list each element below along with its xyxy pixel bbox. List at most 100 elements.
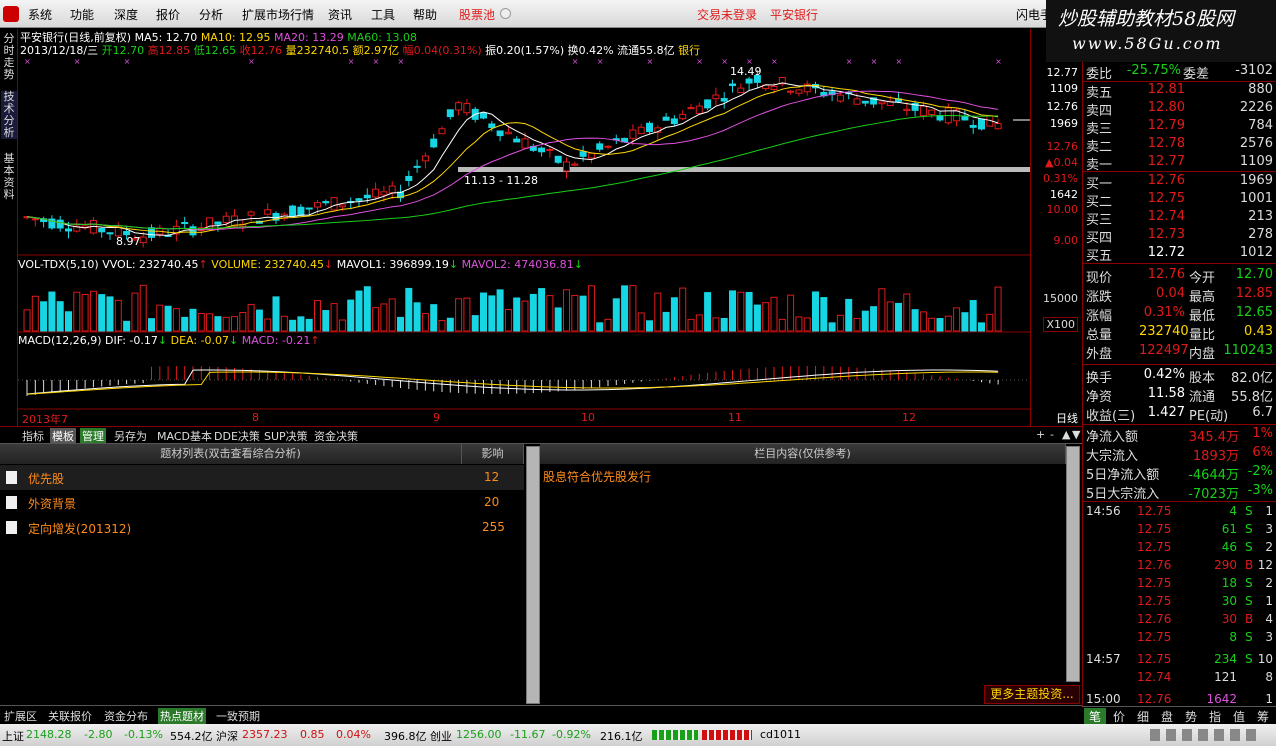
template-button[interactable]: 模板: [50, 428, 76, 444]
macd-basic-button[interactable]: MACD基本: [155, 428, 214, 444]
menu-system[interactable]: 系统: [28, 6, 52, 23]
ask-row[interactable]: 卖二 12.78 2576: [1083, 136, 1276, 155]
menu-quote[interactable]: 报价: [156, 6, 180, 23]
bid-label: 买一: [1086, 177, 1113, 192]
quote-tab[interactable]: 筹: [1252, 708, 1274, 725]
ask-row[interactable]: 卖三 12.79 784: [1083, 118, 1276, 137]
menu-news[interactable]: 资讯: [328, 6, 352, 23]
menu-analysis[interactable]: 分析: [199, 6, 223, 23]
volume-bar: [687, 318, 695, 332]
bid-price: 12.75: [1147, 191, 1185, 206]
volume-bar: [214, 316, 222, 332]
volume-bar: [712, 317, 720, 332]
tick-volume: 4: [1229, 504, 1237, 518]
dif-label: DIF: -0.17: [105, 334, 158, 347]
topic-list-scrollbar[interactable]: [526, 446, 540, 704]
tab-hot-topics[interactable]: 热点题材: [158, 708, 206, 724]
zoom-out-button[interactable]: -: [1048, 428, 1056, 441]
kline-chart-svg[interactable]: × × × × × × × × × × × × × × × × × ×: [18, 29, 1030, 426]
impact-header[interactable]: 影响: [462, 444, 524, 464]
webi-row: 委比 -25.75% 委差 -3102: [1083, 63, 1276, 82]
flow-value: -7023万: [1188, 487, 1239, 502]
sh-index-label[interactable]: 上证: [2, 728, 24, 744]
quote-tab[interactable]: 指: [1204, 708, 1226, 725]
candle-body: [405, 175, 413, 181]
tab-fundamentals[interactable]: 基本资料: [1, 153, 17, 201]
xaxis-label-aug: 8: [252, 411, 259, 424]
dde-decision-button[interactable]: DDE决策: [212, 428, 262, 444]
volume-bar: [795, 316, 803, 332]
mavol1-label: MAVOL1: 396899.19: [336, 258, 449, 271]
hs-index-label[interactable]: 沪深: [216, 728, 238, 744]
info-close: 收12.76: [239, 44, 283, 57]
sup-decision-button[interactable]: SUP决策: [262, 428, 310, 444]
scroll-down-button[interactable]: ▼: [1070, 428, 1082, 441]
topic-row[interactable]: 定向增发(201312) 255: [0, 515, 524, 540]
menu-stock-pool[interactable]: 股票池: [459, 6, 495, 23]
bid-row[interactable]: 买二 12.75 1001: [1083, 191, 1276, 210]
ask-row[interactable]: 卖四 12.80 2226: [1083, 100, 1276, 119]
zoom-in-button[interactable]: +: [1034, 428, 1047, 441]
signal-marker: ×: [846, 57, 853, 66]
quote-tab[interactable]: 价: [1108, 708, 1130, 725]
candle-body: [56, 219, 64, 229]
volume-bar: [504, 309, 512, 332]
stat-row: 总量 232740 量比 0.43: [1083, 324, 1276, 343]
tab-intraday[interactable]: 分时走势: [1, 33, 17, 81]
tab-consensus[interactable]: 一致预期: [216, 708, 260, 724]
volume-bar: [612, 298, 620, 332]
bid-row[interactable]: 买一 12.76 1969: [1083, 173, 1276, 192]
flow-pct: -2%: [1247, 464, 1273, 479]
quote-tab[interactable]: 值: [1228, 708, 1250, 725]
stat-value: 1.427: [1147, 405, 1185, 420]
indicator-button[interactable]: 指标: [20, 428, 46, 444]
volume-bar: [820, 297, 828, 332]
tick-side: S: [1245, 630, 1253, 644]
tab-fund-distribution[interactable]: 资金分布: [104, 708, 148, 724]
volume-bar: [372, 307, 380, 332]
bid-row[interactable]: 买三 12.74 213: [1083, 209, 1276, 228]
tab-expand-area[interactable]: 扩展区: [4, 708, 37, 724]
topic-impact: 255: [482, 520, 505, 534]
tab-related-quote[interactable]: 关联报价: [48, 708, 92, 724]
topic-list-header[interactable]: 题材列表(双击查看综合分析): [0, 444, 462, 464]
stat-row: 涨跌 0.04 最高 12.85: [1083, 286, 1276, 305]
quote-tab[interactable]: 势: [1180, 708, 1202, 725]
menu-tools[interactable]: 工具: [371, 6, 395, 23]
login-status[interactable]: 交易未登录: [697, 6, 757, 23]
volume-bar: [172, 308, 180, 332]
menu-depth[interactable]: 深度: [114, 6, 138, 23]
topic-row[interactable]: 优先股 12: [0, 465, 524, 490]
more-topics-button[interactable]: 更多主题投资...: [984, 685, 1080, 704]
period-label[interactable]: 日线: [1056, 410, 1078, 426]
kline-chart-area[interactable]: × × × × × × × × × × × × × × × × × × 平安银行(日线,前复权) MA5: 12.…: [18, 29, 1030, 426]
quote-tab[interactable]: 盘: [1156, 708, 1178, 725]
bid-row[interactable]: 买四 12.73 278: [1083, 227, 1276, 246]
ask-row[interactable]: 卖一 12.77 1109: [1083, 154, 1276, 173]
content-scrollbar[interactable]: [1066, 446, 1080, 682]
volume-bar: [521, 300, 529, 332]
fund-decision-button[interactable]: 资金决策: [312, 428, 360, 444]
sh-index-amount: 554.2亿: [170, 730, 213, 743]
tab-technical[interactable]: 技术分析: [1, 91, 17, 139]
stat-value: 232740: [1139, 324, 1189, 339]
menu-function[interactable]: 功能: [70, 6, 94, 23]
tick-count: 12: [1257, 558, 1273, 572]
manage-button[interactable]: 管理: [80, 428, 106, 444]
bid-row[interactable]: 买五 12.72 1012: [1083, 245, 1276, 264]
stat-value: 12.76: [1147, 267, 1185, 282]
volume-bar: [662, 311, 670, 332]
menu-help[interactable]: 帮助: [413, 6, 437, 23]
candle-body: [571, 163, 579, 166]
quote-tab[interactable]: 细: [1132, 708, 1154, 725]
quote-tab[interactable]: 笔: [1084, 708, 1106, 725]
volume-bar: [903, 293, 911, 332]
status-icons[interactable]: [1150, 729, 1260, 741]
cy-index-label[interactable]: 创业: [430, 728, 452, 744]
topic-row[interactable]: 外资背景 20: [0, 490, 524, 515]
ask-row[interactable]: 卖五 12.81 880: [1083, 82, 1276, 101]
content-header[interactable]: 栏目内容(仅供参考): [540, 444, 1066, 464]
menu-ext-market[interactable]: 扩展市场行情: [242, 6, 314, 23]
save-as-button[interactable]: 另存为: [112, 428, 149, 444]
pool-dropdown-icon[interactable]: [500, 8, 511, 19]
